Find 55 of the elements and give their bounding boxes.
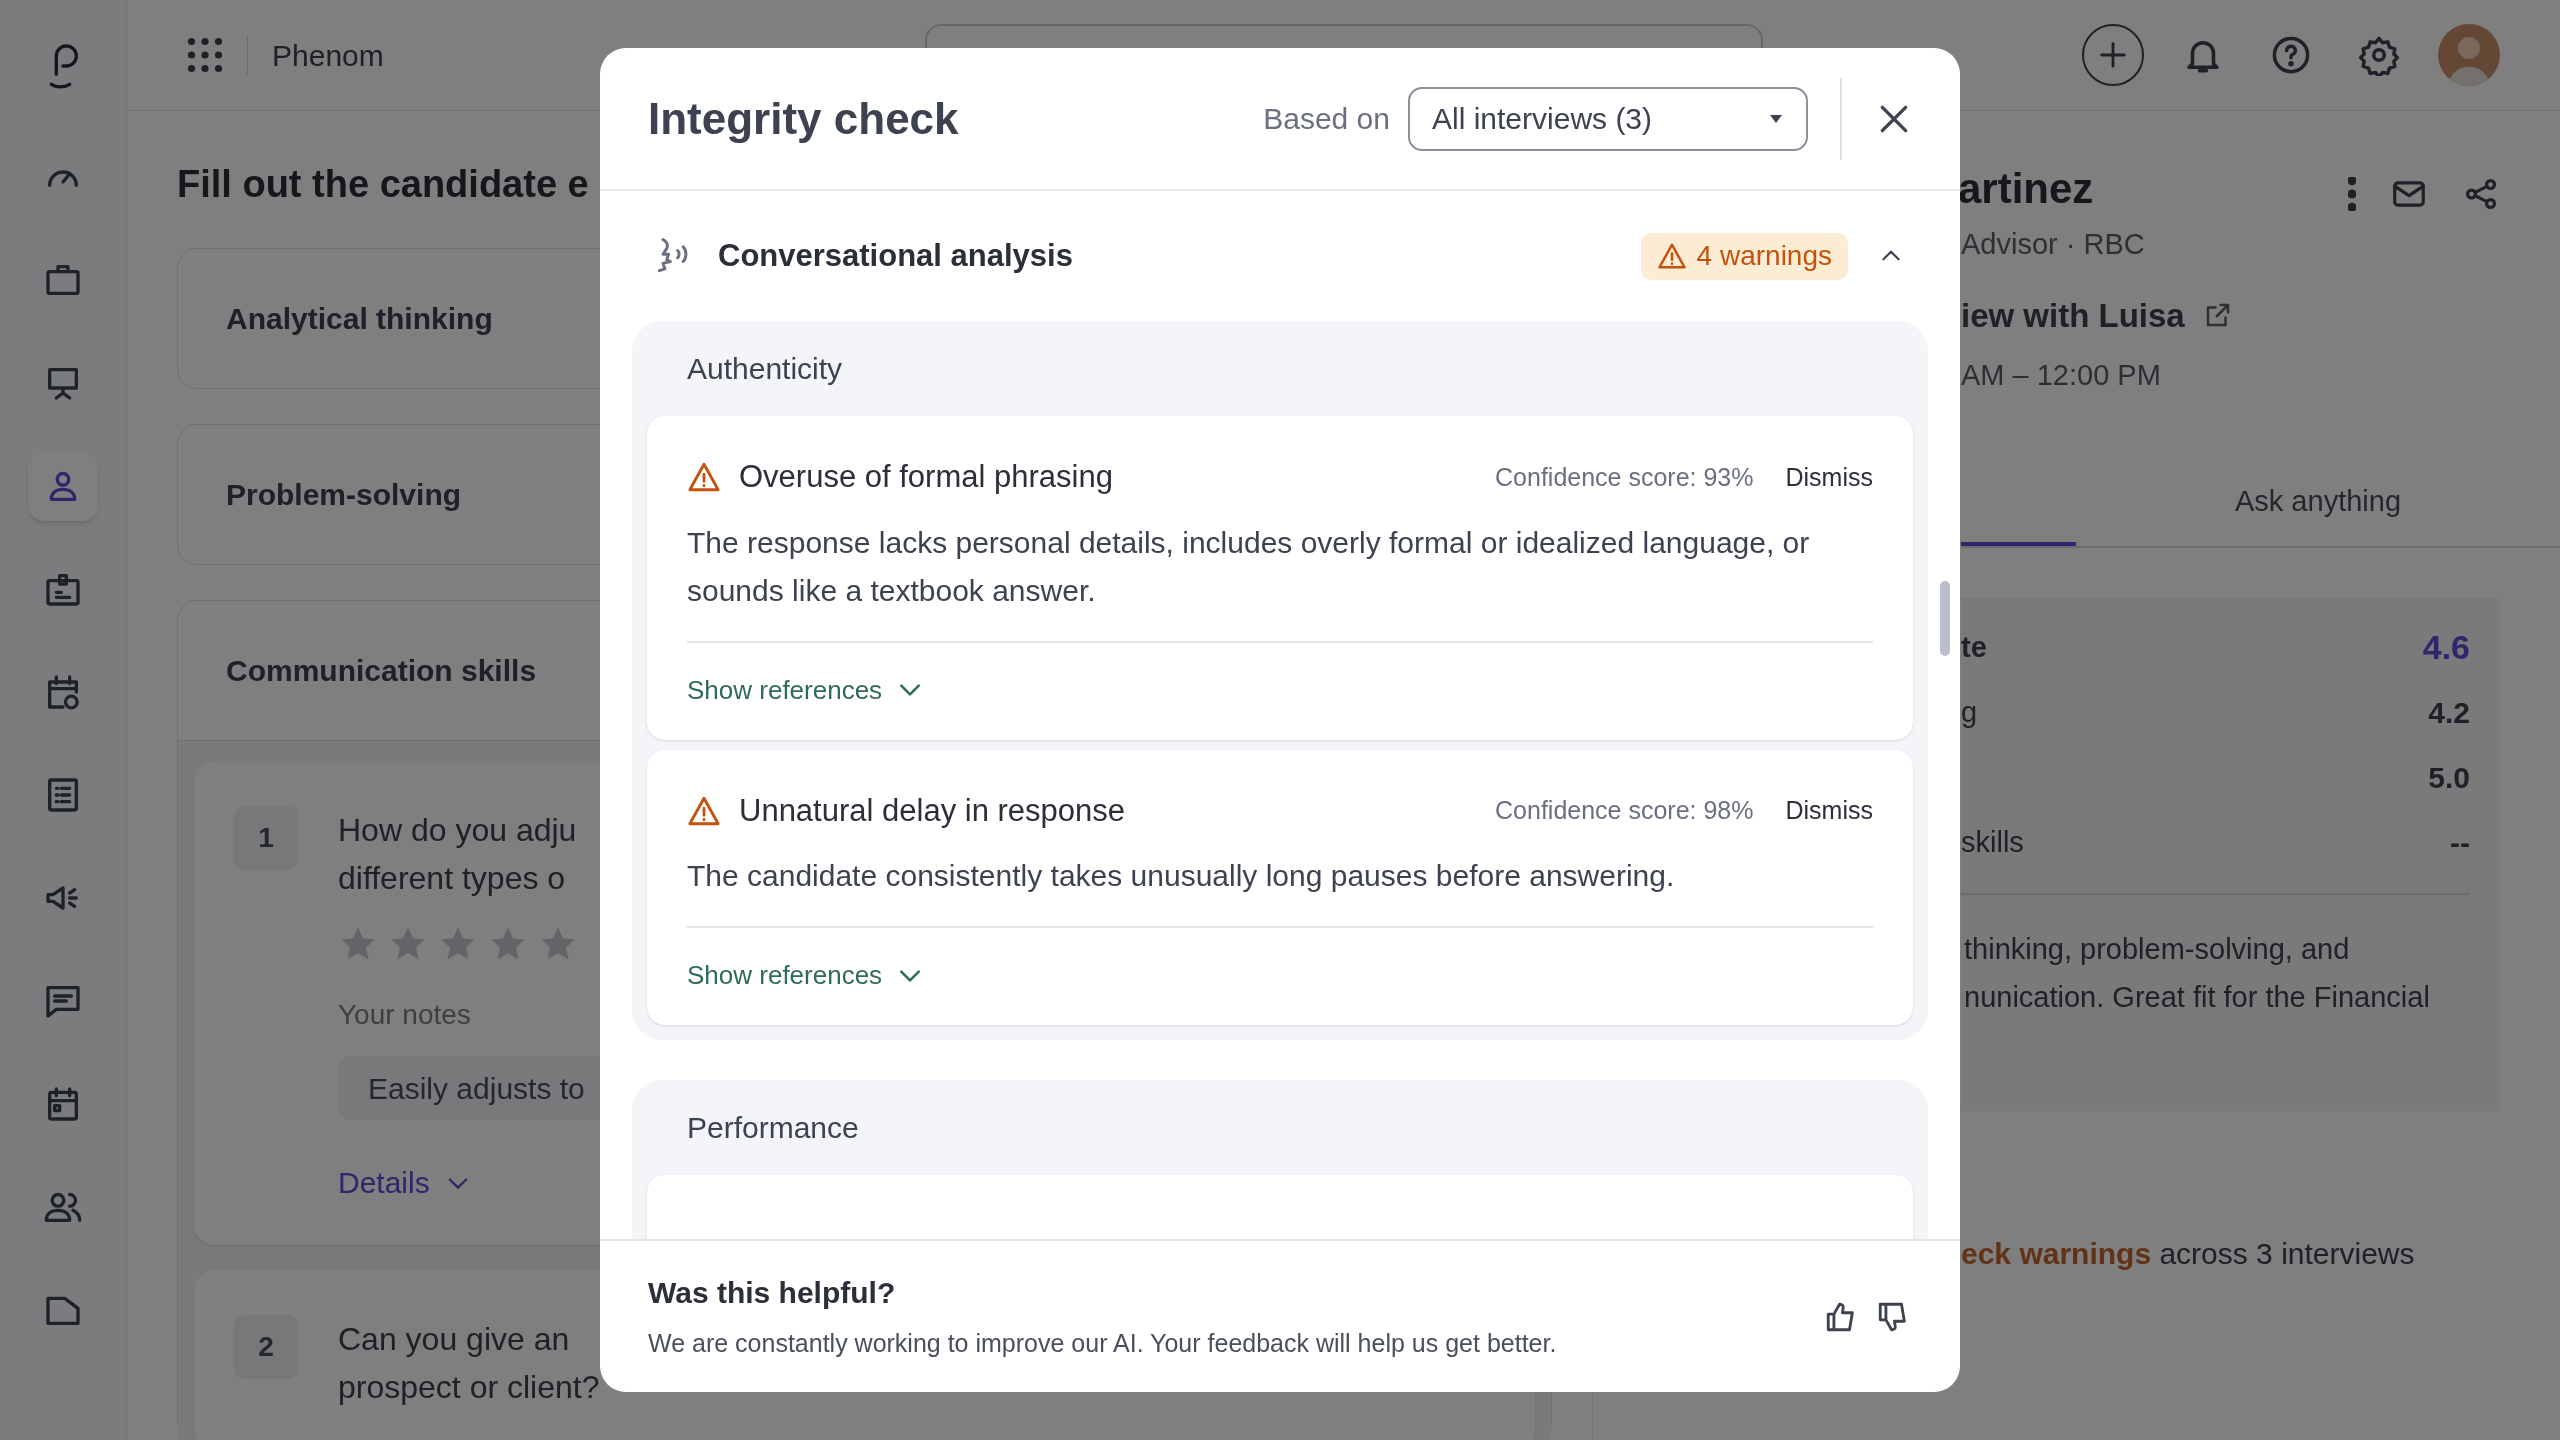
score-value: 4.2 — [2428, 695, 2470, 731]
based-on-label: Based on — [1263, 101, 1390, 137]
group-title: Authenticity — [686, 351, 844, 387]
warnings-badge: 4 warnings — [1640, 232, 1848, 280]
competency-title: Analytical thinking — [226, 301, 493, 337]
score-label: skills — [1961, 824, 2024, 860]
candidate-name: artinez — [1958, 164, 2095, 214]
competency-title: Communication skills — [226, 653, 537, 689]
scrollbar-thumb[interactable] — [1940, 581, 1950, 656]
apps-grid-icon — [187, 37, 223, 73]
notes-label: Your notes — [338, 998, 471, 1032]
score-value: 5.0 — [2428, 760, 2470, 796]
show-references-link[interactable]: Show references — [687, 670, 921, 710]
add-button[interactable] — [2082, 24, 2144, 86]
help-icon — [2270, 34, 2312, 76]
chevron-down-icon — [900, 969, 921, 982]
confidence-score: Confidence score: 93% — [1495, 461, 1754, 493]
summary-text: thinking, problem-solving, and nunication. Great fit for the Financial — [1964, 931, 2431, 1015]
finding-description: The candidate consistently takes unusually long pauses before answering. — [687, 852, 1873, 928]
question-number: 1 — [234, 806, 298, 870]
finding-title: Overuse of formal phrasing — [739, 458, 1113, 496]
modal-title: Integrity check — [648, 92, 959, 145]
competency-title: Problem-solving — [226, 477, 462, 513]
feedback-text: We are constantly working to improve our AI. Your feedback will help us get better. — [648, 1328, 1557, 1360]
more-icon — [2348, 177, 2356, 211]
candidate-subtitle: Advisor · RBC — [1961, 227, 2145, 262]
interview-link[interactable]: iew with Luisa — [1961, 290, 2233, 340]
details-link[interactable]: Details — [338, 1160, 472, 1205]
tab[interactable]: Ask anything — [2076, 457, 2560, 546]
warning-icon — [1656, 241, 1687, 271]
feedback-title: Was this helpful? — [648, 1275, 897, 1312]
page-title: Fill out the candidate e — [177, 162, 589, 207]
show-references-link[interactable]: Show references — [687, 956, 921, 995]
question-number: 2 — [234, 1315, 298, 1379]
more-button[interactable] — [2348, 177, 2356, 211]
interviews-dropdown[interactable]: All interviews (3) — [1408, 86, 1808, 151]
dismiss-button[interactable]: Dismiss — [1785, 792, 1873, 830]
question-text: Can you give an prospect or client? — [338, 1320, 600, 1407]
caret-icon — [1768, 112, 1784, 125]
section-title: Conversational analysis — [718, 236, 1073, 275]
finding-description: The response lacks personal details, includes overly formal or idealized language, or sounds like a textbook answer. — [687, 518, 1873, 643]
score-label: te — [1961, 629, 1987, 665]
nav-item[interactable] — [28, 451, 98, 521]
score-value: -- — [2450, 825, 2470, 861]
dismiss-button[interactable]: Dismiss — [1785, 458, 1873, 496]
question-text: How do you adju different types o — [338, 811, 577, 898]
app-name: Phenom — [272, 37, 384, 74]
score-value: 4.6 — [2422, 627, 2470, 668]
warnings-summary: eck warnings across 3 interviews — [1961, 1235, 2416, 1272]
settings-icon — [2358, 34, 2400, 76]
confidence-score: Confidence score: 98% — [1495, 795, 1754, 826]
chevron-down-icon — [900, 684, 921, 696]
finding-title: Unnatural delay in response — [739, 791, 1126, 830]
interview-time: AM – 12:00 PM — [1961, 358, 2162, 393]
score-label: g — [1961, 694, 1978, 730]
